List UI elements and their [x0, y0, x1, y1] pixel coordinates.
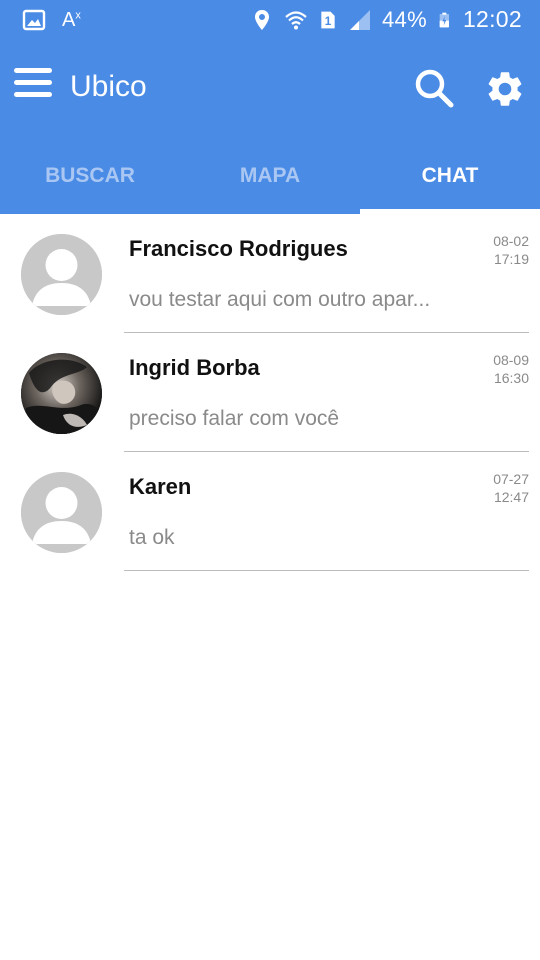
- chat-item[interactable]: Ingrid Borba preciso falar com você 08-0…: [0, 333, 540, 452]
- translate-icon: Ax: [62, 8, 81, 31]
- chat-timestamp: 07-27 12:47: [493, 470, 529, 506]
- tab-chat[interactable]: CHAT: [360, 138, 540, 214]
- image-icon: [22, 9, 46, 31]
- settings-icon: [488, 72, 522, 106]
- chat-name: Karen: [129, 474, 192, 499]
- svg-text:1: 1: [325, 15, 332, 28]
- settings-button[interactable]: [484, 68, 526, 110]
- chat-timestamp: 08-09 16:30: [493, 351, 529, 387]
- chat-time: 16:30: [493, 370, 529, 386]
- chat-date: 08-02: [493, 233, 529, 249]
- menu-button[interactable]: [14, 68, 54, 108]
- battery-percent: 44%: [382, 6, 427, 32]
- chat-item[interactable]: Karen ta ok 07-27 12:47: [0, 452, 540, 571]
- chat-time: 12:47: [493, 489, 529, 505]
- sim-icon: 1: [321, 11, 335, 28]
- photo-avatar: [21, 353, 102, 434]
- chat-item[interactable]: Francisco Rodrigues vou testar aqui com …: [0, 214, 540, 333]
- default-avatar-icon: [21, 234, 102, 315]
- chat-time: 17:19: [493, 251, 529, 267]
- app-title: Ubico: [70, 70, 147, 103]
- location-icon: [255, 9, 269, 30]
- chat-list: Francisco Rodrigues vou testar aqui com …: [0, 214, 540, 571]
- tab-bar: BUSCAR MAPA CHAT: [0, 138, 540, 214]
- tab-buscar[interactable]: BUSCAR: [0, 138, 180, 214]
- chat-name: Francisco Rodrigues: [129, 236, 348, 261]
- default-avatar-icon: [21, 472, 102, 553]
- wifi-icon: [285, 10, 307, 29]
- chat-last-message: ta ok: [129, 526, 175, 549]
- menu-icon: [14, 68, 54, 97]
- battery-icon: [439, 12, 449, 27]
- chat-date: 08-09: [493, 352, 529, 368]
- chat-date: 07-27: [493, 471, 529, 487]
- status-bar: Ax 1 44% 12:02: [0, 0, 540, 40]
- search-icon: [415, 69, 454, 108]
- chat-name: Ingrid Borba: [129, 355, 260, 380]
- signal-icon: [350, 9, 370, 30]
- chat-last-message: preciso falar com você: [129, 407, 340, 430]
- app-bar: Ubico: [0, 40, 540, 138]
- divider: [124, 570, 529, 571]
- tab-mapa[interactable]: MAPA: [180, 138, 360, 214]
- search-button[interactable]: [412, 66, 456, 110]
- status-right-icons: 1 44% 12:02: [250, 6, 522, 33]
- status-left-icons: Ax: [22, 8, 81, 32]
- chat-last-message: vou testar aqui com outro apar...: [129, 288, 431, 311]
- chat-timestamp: 08-02 17:19: [493, 232, 529, 268]
- clock: 12:02: [462, 6, 522, 32]
